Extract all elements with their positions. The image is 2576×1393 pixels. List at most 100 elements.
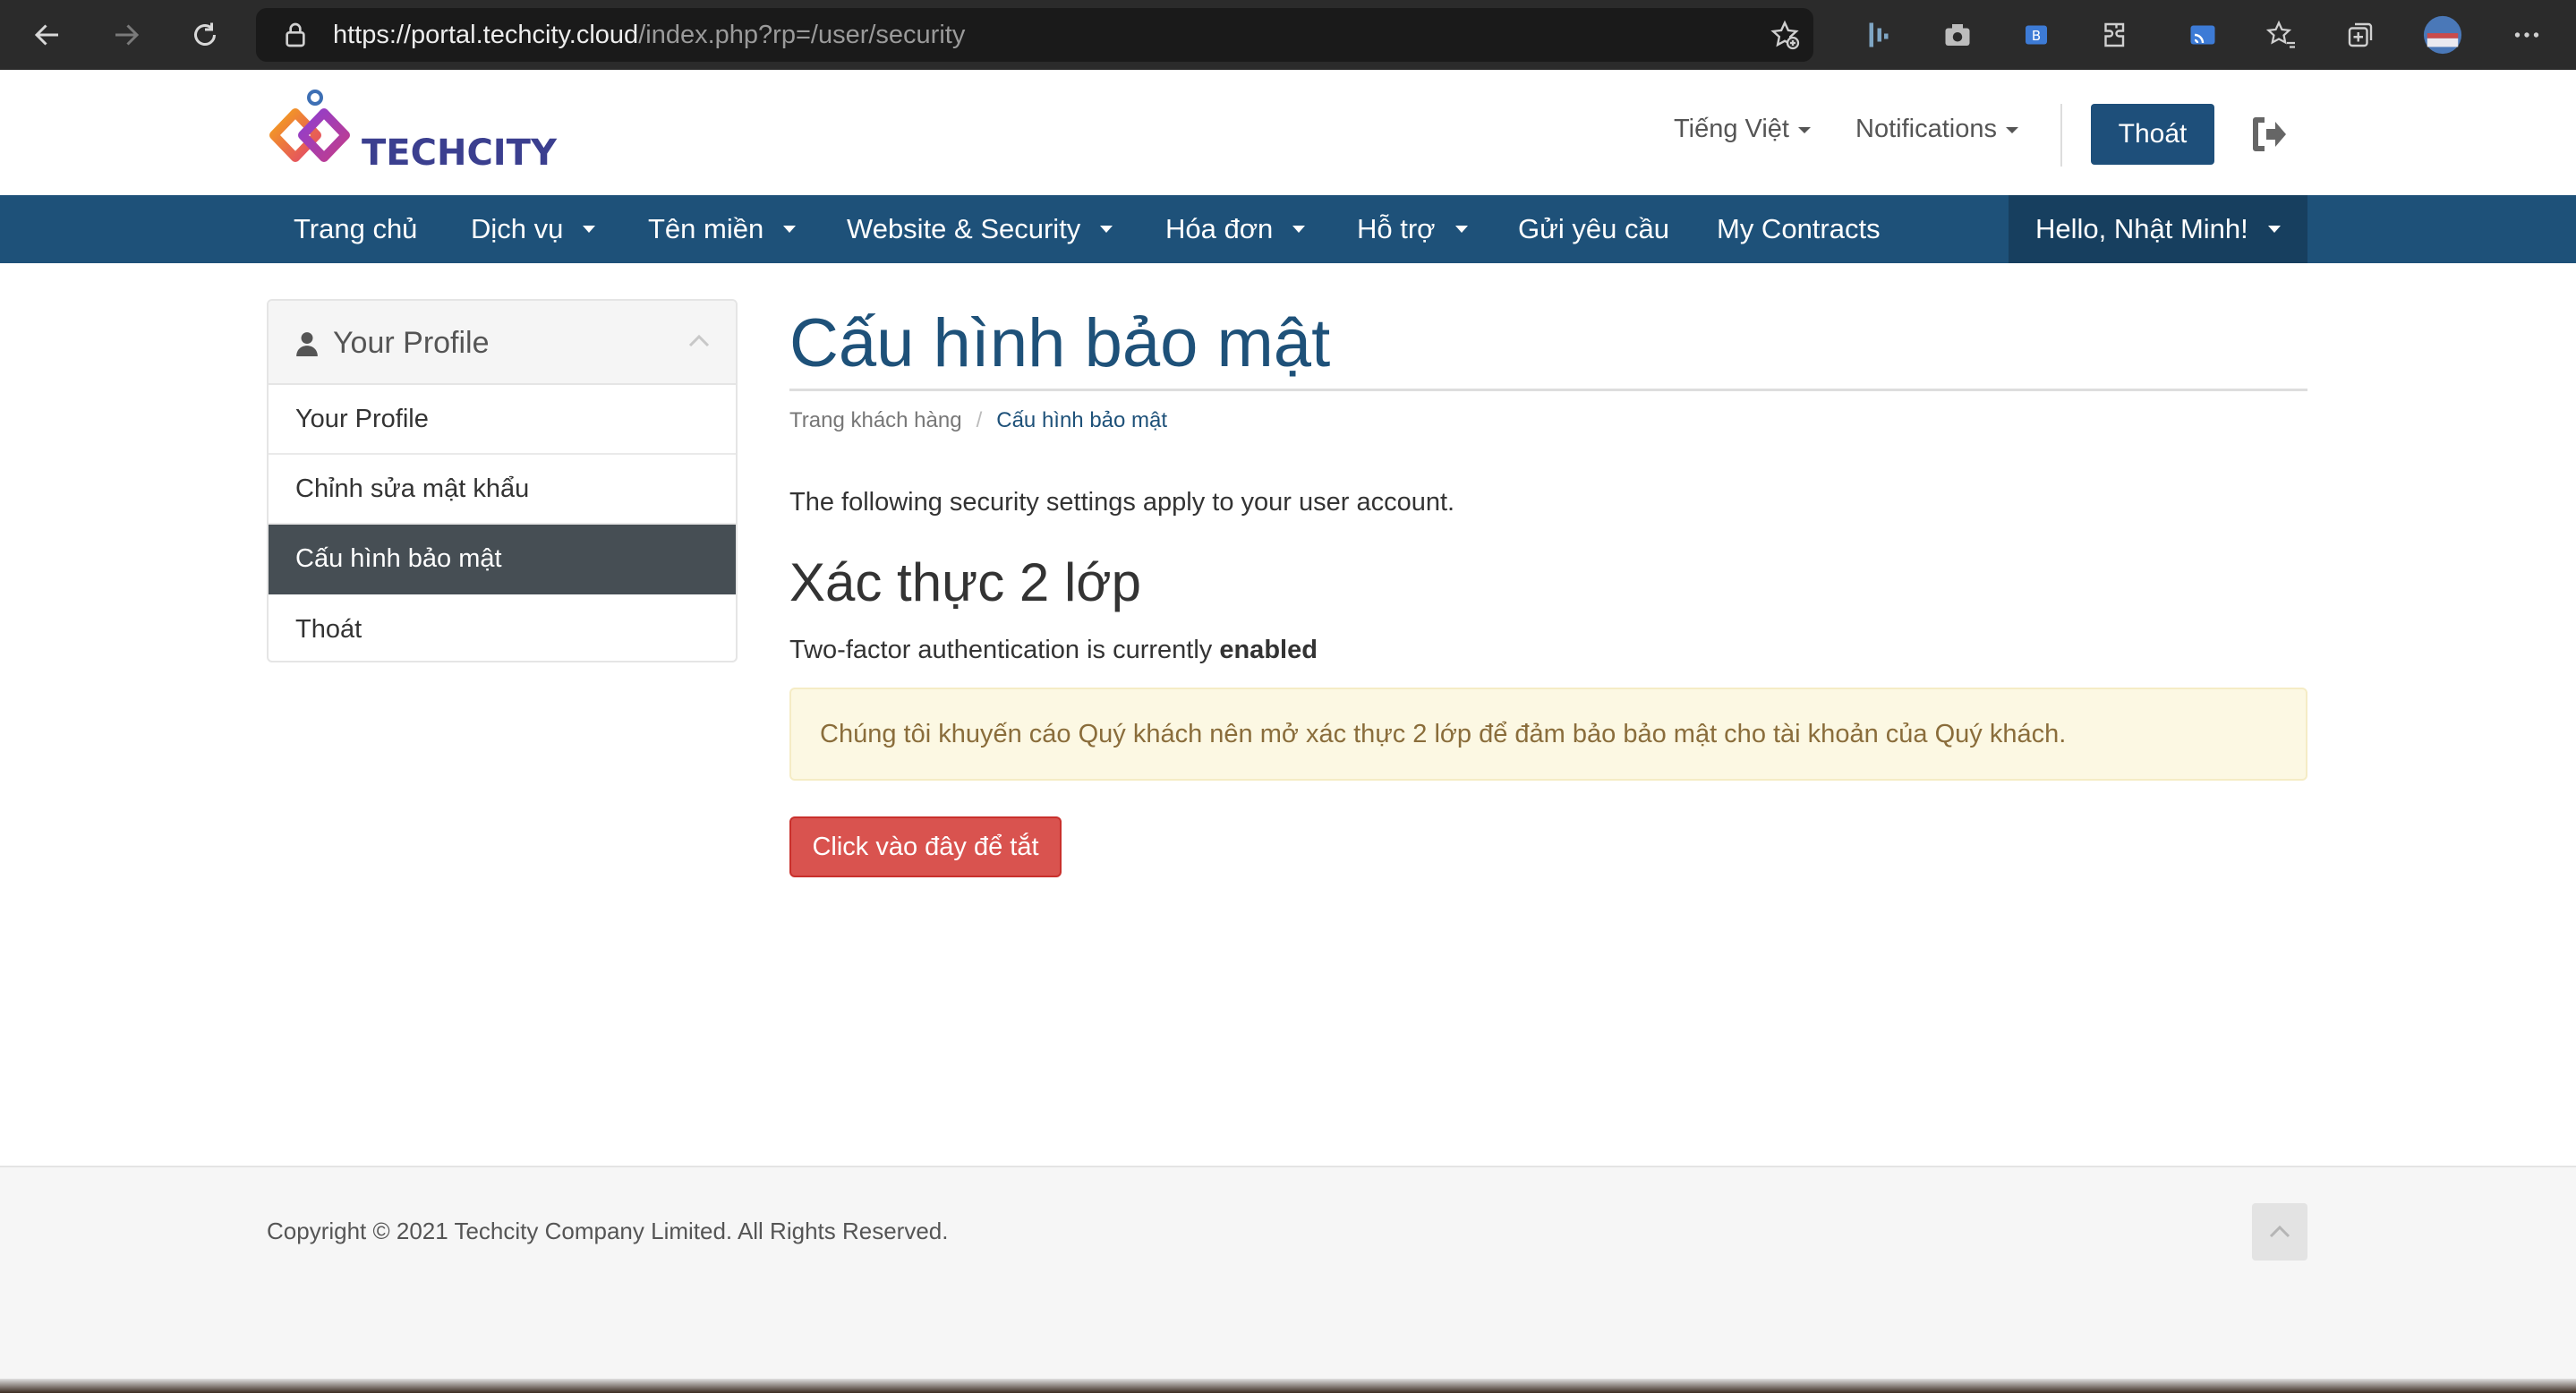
sidebar-item-label: Cấu hình bảo mật — [295, 543, 502, 573]
nav-home[interactable]: Trang chủ — [294, 195, 417, 263]
sidebar-item-label: Chỉnh sửa mật khẩu — [295, 474, 530, 503]
nav-website-security[interactable]: Website & Security — [847, 195, 1113, 263]
extension-translate-button[interactable]: B — [2017, 16, 2055, 54]
breadcrumb-current: Cấu hình bảo mật — [996, 408, 1168, 432]
caret-down-icon — [1797, 126, 1811, 133]
disable-two-factor-button[interactable]: Click vào đây để tắt — [789, 816, 1062, 877]
extension-camera-button[interactable] — [1939, 16, 1976, 54]
translate-icon: B — [2026, 25, 2047, 45]
svg-text:B: B — [2032, 28, 2041, 44]
svg-text:TECHCITY: TECHCITY — [362, 132, 558, 174]
chevron-up-icon — [2269, 1225, 2290, 1238]
status-value: enabled — [1219, 636, 1318, 664]
more-menu-button[interactable] — [2508, 16, 2546, 54]
sidebar-item-label: Your Profile — [295, 404, 429, 433]
url-path: /index.php?rp=/user/security — [638, 21, 966, 49]
logout-button[interactable]: Thoát — [2091, 104, 2214, 165]
caret-down-icon — [1100, 226, 1113, 233]
chevron-up-icon[interactable] — [687, 331, 711, 351]
back-button[interactable] — [25, 13, 70, 57]
lock-icon — [286, 22, 305, 47]
notifications-label: Notifications — [1855, 115, 1997, 143]
alert-text: Chúng tôi khuyến cáo Quý khách nên mở xá… — [820, 719, 2067, 748]
sidebar-title: Your Profile — [333, 326, 490, 360]
sidebar-item-security-settings[interactable]: Cấu hình bảo mật — [269, 525, 736, 594]
language-label: Tiếng Việt — [1674, 115, 1789, 143]
breadcrumb-separator: / — [976, 408, 983, 432]
puzzle-icon — [2104, 22, 2125, 47]
nav-services[interactable]: Dịch vụ — [471, 195, 596, 263]
extension-chart-button[interactable] — [1860, 16, 1898, 54]
browser-toolbar: https://portal.techcity.cloud/index.php?… — [0, 0, 2576, 70]
status-prefix: Two-factor authentication is currently — [789, 636, 1213, 664]
nav-label: Tên miền — [648, 213, 764, 244]
nav-domains[interactable]: Tên miền — [648, 195, 797, 263]
caret-down-icon — [783, 226, 797, 233]
title-divider — [789, 389, 2307, 391]
site-header: TECHCITY Tiếng Việt Notifications Thoát — [0, 70, 2576, 195]
address-bar[interactable]: https://portal.techcity.cloud/index.php?… — [256, 8, 1813, 62]
reload-button[interactable] — [183, 13, 227, 57]
sidebar-item-logout[interactable]: Thoát — [269, 594, 736, 661]
cast-button[interactable] — [2184, 16, 2222, 54]
nav-label: Trang chủ — [294, 213, 418, 244]
breadcrumb-home-link[interactable]: Trang khách hàng — [789, 408, 962, 432]
bar-chart-icon — [1869, 22, 1889, 47]
nav-label: Hóa đơn — [1165, 213, 1274, 244]
sidebar-header[interactable]: Your Profile — [269, 301, 736, 385]
url-host: https://portal.techcity.cloud — [333, 21, 639, 49]
nav-label: Website & Security — [847, 213, 1081, 244]
site-footer: Copyright © 2021 Techcity Company Limite… — [0, 1166, 2576, 1393]
user-account-menu[interactable]: Hello, Nhật Minh! — [2009, 195, 2307, 263]
nav-label: Gửi yêu cầu — [1518, 213, 1669, 244]
caret-down-icon — [583, 226, 596, 233]
more-horizontal-icon — [2514, 32, 2539, 38]
favorites-button[interactable] — [2263, 16, 2300, 54]
star-list-icon — [2265, 20, 2295, 48]
nav-support[interactable]: Hỗ trợ — [1357, 195, 1468, 263]
nav-label: Hỗ trợ — [1357, 213, 1436, 244]
language-dropdown[interactable]: Tiếng Việt — [1674, 115, 1811, 144]
page-title: Cấu hình bảo mật — [789, 305, 1331, 381]
recommendation-alert: Chúng tôi khuyến cáo Quý khách nên mở xá… — [789, 688, 2307, 781]
caret-down-icon — [2005, 126, 2018, 133]
cast-icon — [2190, 25, 2215, 45]
profile-sidebar: Your Profile Your Profile Chỉnh sửa mật … — [267, 299, 738, 662]
header-divider — [2060, 104, 2062, 167]
collections-icon — [2348, 22, 2373, 47]
url-text: https://portal.techcity.cloud/index.php?… — [333, 21, 965, 49]
two-factor-heading: Xác thực 2 lớp — [789, 552, 1142, 612]
avatar-icon — [2423, 15, 2462, 55]
intro-text: The following security settings apply to… — [789, 488, 1455, 517]
sidebar-item-label: Thoát — [295, 614, 363, 644]
user-icon — [296, 332, 318, 356]
techcity-logo[interactable]: TECHCITY — [265, 86, 587, 184]
user-greeting: Hello, Nhật Minh! — [2035, 213, 2248, 244]
caret-down-icon — [1454, 226, 1468, 233]
main-navigation: Trang chủ Dịch vụ Tên miền Website & Sec… — [0, 195, 2576, 263]
back-to-top-button[interactable] — [2252, 1203, 2307, 1261]
favorite-add-icon[interactable] — [1769, 19, 1801, 51]
nav-open-ticket[interactable]: Gửi yêu cầu — [1518, 195, 1669, 263]
caret-down-icon — [1292, 226, 1306, 233]
window-bottom-edge — [0, 1379, 2576, 1393]
arrow-left-icon — [34, 24, 58, 46]
caret-down-icon — [2267, 226, 2281, 233]
forward-button[interactable] — [104, 13, 149, 57]
notifications-dropdown[interactable]: Notifications — [1855, 115, 2018, 144]
sidebar-item-change-password[interactable]: Chỉnh sửa mật khẩu — [269, 455, 736, 525]
two-factor-status: Two-factor authentication is currently e… — [789, 636, 1318, 665]
profile-avatar-button[interactable] — [2420, 13, 2465, 57]
nav-label: Dịch vụ — [471, 213, 564, 244]
sign-out-icon[interactable] — [2247, 113, 2290, 156]
collections-button[interactable] — [2341, 16, 2379, 54]
camera-icon — [1945, 24, 1970, 46]
reload-icon — [194, 22, 216, 46]
sidebar-item-your-profile[interactable]: Your Profile — [269, 385, 736, 455]
nav-billing[interactable]: Hóa đơn — [1165, 195, 1306, 263]
copyright-text: Copyright © 2021 Techcity Company Limite… — [267, 1218, 949, 1244]
arrow-right-icon — [115, 24, 140, 46]
nav-label: My Contracts — [1717, 213, 1881, 244]
nav-my-contracts[interactable]: My Contracts — [1717, 195, 1881, 263]
extensions-button[interactable] — [2096, 16, 2134, 54]
